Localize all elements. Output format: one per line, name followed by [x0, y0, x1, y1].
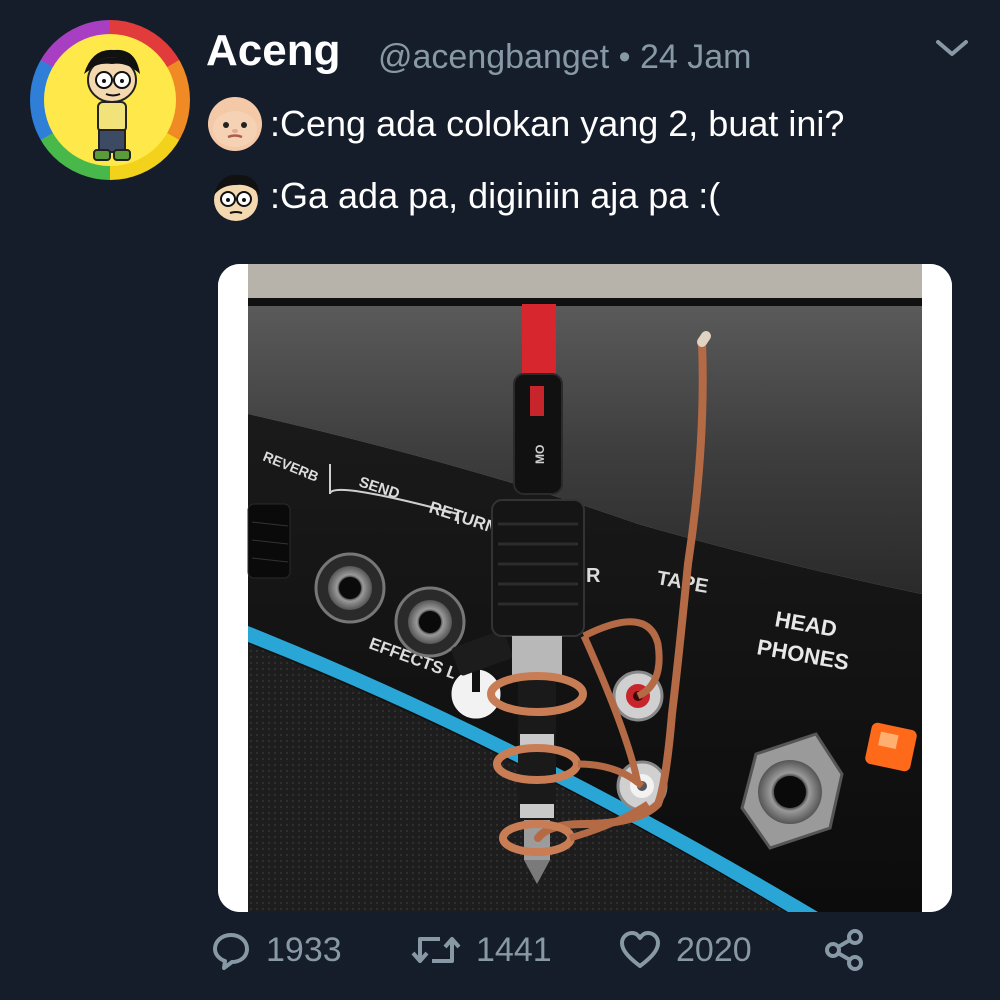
- tweet-line-1: :Ceng ada colokan yang 2, buat ini?: [206, 94, 844, 154]
- avatar[interactable]: [30, 20, 190, 180]
- share-icon: [825, 929, 863, 971]
- tweet-line-2: :Ga ada pa, diginiin aja pa :(: [206, 166, 720, 226]
- tweet-line-1-text: :Ceng ada colokan yang 2, buat ini?: [270, 103, 845, 144]
- cartoon-avatar-icon: [44, 34, 176, 166]
- tweet-photo[interactable]: REVERB SEND RETURN EFFECTS L R TAPE HEAD…: [218, 264, 952, 912]
- tweet-line-2-text: :Ga ada pa, diginiin aja pa :(: [270, 175, 721, 216]
- display-name[interactable]: Aceng: [206, 26, 340, 76]
- plug-mark: MO: [533, 445, 547, 464]
- chevron-down-icon[interactable]: [932, 36, 972, 60]
- handle-and-time[interactable]: @acengbanget • 24 Jam: [378, 38, 751, 77]
- retweet-button[interactable]: 1441: [410, 926, 552, 974]
- heart-icon: [620, 931, 660, 968]
- reply-button[interactable]: 1933: [210, 926, 342, 974]
- retweet-icon: [411, 937, 461, 963]
- retweet-count: 1441: [476, 930, 552, 969]
- reply-count: 1933: [266, 930, 342, 969]
- tweet-actions: 1933 1441 2020: [0, 920, 1000, 980]
- reply-icon: [213, 933, 249, 970]
- boss-baby-face-icon: [206, 95, 264, 153]
- share-button[interactable]: [822, 926, 866, 974]
- tweet: Aceng @acengbanget • 24 Jam :Ceng ada co…: [0, 0, 1000, 1000]
- aceng-face-icon: [206, 167, 264, 225]
- tape-left-label: R: [586, 565, 601, 587]
- like-button[interactable]: 2020: [618, 926, 752, 974]
- like-count: 2020: [676, 930, 752, 969]
